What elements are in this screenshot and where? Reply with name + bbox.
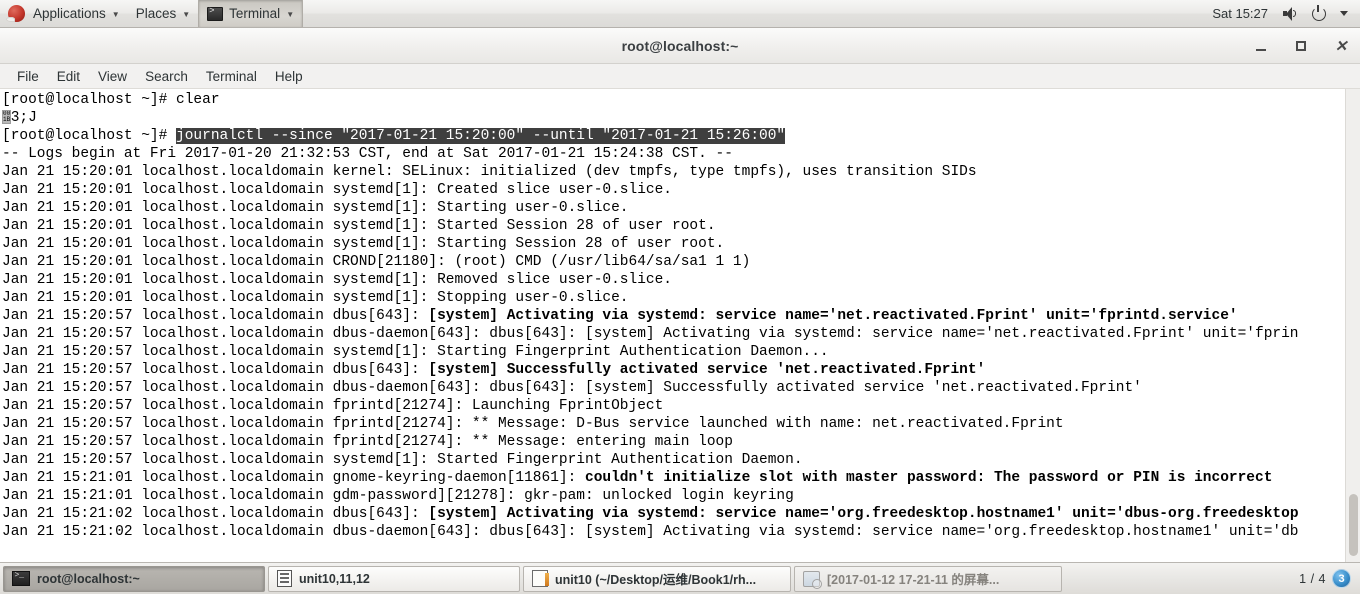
- terminal-icon: [12, 571, 30, 586]
- terminal-icon: [207, 6, 224, 21]
- clock[interactable]: Sat 15:27: [1206, 6, 1274, 21]
- taskbar-item-unit101112[interactable]: unit10,11,12: [268, 565, 520, 592]
- terminal-log-line: Jan 21 15:20:57 localhost.localdomain db…: [2, 362, 986, 378]
- window-menu-terminal[interactable]: Terminal ▼: [198, 0, 304, 27]
- window-titlebar[interactable]: root@localhost:~ ✕: [0, 28, 1360, 64]
- terminal-log-line: Jan 21 15:20:57 localhost.localdomain fp…: [2, 416, 1064, 432]
- document-icon: [277, 570, 292, 587]
- chevron-down-icon: ▼: [111, 9, 120, 19]
- terminal-log-line: Jan 21 15:20:01 localhost.localdomain sy…: [2, 290, 629, 306]
- window-controls: ✕: [1252, 28, 1350, 64]
- taskbar-item-unit10-doc[interactable]: unit10 (~/Desktop/运维/Book1/rh...: [523, 565, 791, 592]
- terminal-log-line: Jan 21 15:20:57 localhost.localdomain sy…: [2, 344, 829, 360]
- terminal-log-line: Jan 21 15:20:57 localhost.localdomain fp…: [2, 434, 733, 450]
- terminal-log-line: Jan 21 15:20:57 localhost.localdomain db…: [2, 326, 1299, 342]
- log-bold-segment: couldn't initialize slot with master pas…: [585, 470, 1273, 486]
- taskbar-item-label: unit10 (~/Desktop/运维/Book1/rh...: [555, 573, 757, 587]
- image-viewer-icon: [803, 570, 822, 589]
- menubar: File Edit View Search Terminal Help: [0, 64, 1360, 89]
- caret-down-icon[interactable]: [1335, 0, 1353, 27]
- terminal-log-line: Jan 21 15:21:01 localhost.localdomain gd…: [2, 488, 794, 504]
- desktop-screen: Applications ▼ Places ▼ Terminal ▼ Sat 1…: [0, 0, 1360, 594]
- log-bold-segment: [system] Activating via systemd: service…: [428, 308, 1238, 324]
- editor-icon: [532, 570, 548, 587]
- terminal-log-line: Jan 21 15:20:57 localhost.localdomain fp…: [2, 398, 664, 414]
- terminal-log-line: Jan 21 15:20:01 localhost.localdomain CR…: [2, 254, 751, 270]
- menu-applications[interactable]: Applications ▼: [0, 0, 128, 27]
- window-title: root@localhost:~: [621, 37, 739, 54]
- menu-search[interactable]: Search: [136, 67, 197, 86]
- menu-view[interactable]: View: [89, 67, 136, 86]
- terminal-log-line: Jan 21 15:20:01 localhost.localdomain sy…: [2, 218, 716, 234]
- chevron-down-icon: ▼: [286, 9, 295, 19]
- applications-label: Applications: [33, 6, 106, 21]
- menu-file[interactable]: File: [8, 67, 48, 86]
- workspace-switcher[interactable]: 1 / 4 3: [1293, 566, 1357, 592]
- close-button[interactable]: ✕: [1332, 37, 1350, 55]
- terminal-log-line: Jan 21 15:21:02 localhost.localdomain db…: [2, 506, 1299, 522]
- minimize-button[interactable]: [1252, 37, 1270, 55]
- workspace-badge: 3: [1332, 569, 1351, 588]
- terminal-prompt-line: [root@localhost ~]# clear: [2, 92, 220, 108]
- control-char-glyph: 00 1B: [2, 110, 11, 124]
- taskbar-item-terminal[interactable]: root@localhost:~: [3, 565, 265, 592]
- chevron-down-icon: ▼: [182, 9, 191, 19]
- selected-command-text: journalctl --since "2017-01-21 15:20:00"…: [176, 128, 786, 144]
- terminal-log-line: Jan 21 15:20:57 localhost.localdomain db…: [2, 380, 1142, 396]
- terminal-log-line: Jan 21 15:21:01 localhost.localdomain gn…: [2, 470, 1273, 486]
- terminal-log-line: Jan 21 15:20:01 localhost.localdomain sy…: [2, 272, 673, 288]
- taskbar-item-label: unit10,11,12: [299, 571, 370, 586]
- terminal-area: [root@localhost ~]# clear 00 1B3;J [root@l…: [0, 89, 1360, 562]
- workspace-count: 1 / 4: [1299, 571, 1326, 586]
- menu-places[interactable]: Places ▼: [128, 0, 198, 27]
- menu-help[interactable]: Help: [266, 67, 312, 86]
- terminal-window: root@localhost:~ ✕ File Edit View Search…: [0, 28, 1360, 562]
- menu-terminal[interactable]: Terminal: [197, 67, 266, 86]
- terminal-log-line: Jan 21 15:20:01 localhost.localdomain sy…: [2, 236, 725, 252]
- terminal-log-line: -- Logs begin at Fri 2017-01-20 21:32:53…: [2, 146, 733, 162]
- power-icon[interactable]: [1307, 0, 1331, 27]
- menu-edit[interactable]: Edit: [48, 67, 89, 86]
- log-bold-segment: [system] Activating via systemd: service…: [428, 506, 1299, 522]
- terminal-log-line: Jan 21 15:20:01 localhost.localdomain ke…: [2, 164, 977, 180]
- terminal-log-line: Jan 21 15:20:01 localhost.localdomain sy…: [2, 182, 673, 198]
- panel-status-area: Sat 15:27: [1206, 0, 1360, 27]
- redhat-logo-icon: [6, 5, 25, 22]
- taskbar-item-label: root@localhost:~: [37, 571, 140, 586]
- terminal-command-line: [root@localhost ~]# journalctl --since "…: [2, 128, 786, 144]
- taskbar: root@localhost:~ unit10,11,12 unit10 (~/…: [0, 562, 1360, 594]
- terminal-output[interactable]: [root@localhost ~]# clear 00 1B3;J [root@l…: [0, 89, 1345, 562]
- volume-icon[interactable]: [1278, 0, 1303, 27]
- taskbar-item-screenshot[interactable]: [2017-01-12 17-21-11 的屏幕...: [794, 565, 1062, 592]
- taskbar-item-label: [2017-01-12 17-21-11 的屏幕...: [827, 573, 1000, 587]
- maximize-button[interactable]: [1292, 37, 1310, 55]
- scrollbar-thumb[interactable]: [1349, 494, 1358, 556]
- terminal-scrollbar[interactable]: [1345, 89, 1360, 562]
- places-label: Places: [135, 6, 177, 21]
- terminal-escape-line: 00 1B3;J: [2, 110, 37, 126]
- log-bold-segment: [system] Successfully activated service …: [428, 362, 986, 378]
- terminal-log-line: Jan 21 15:20:57 localhost.localdomain db…: [2, 308, 1238, 324]
- top-panel: Applications ▼ Places ▼ Terminal ▼ Sat 1…: [0, 0, 1360, 28]
- terminal-window-label: Terminal: [229, 6, 281, 21]
- terminal-log-line: Jan 21 15:21:02 localhost.localdomain db…: [2, 524, 1299, 540]
- terminal-log-line: Jan 21 15:20:57 localhost.localdomain sy…: [2, 452, 803, 468]
- terminal-log-line: Jan 21 15:20:01 localhost.localdomain sy…: [2, 200, 629, 216]
